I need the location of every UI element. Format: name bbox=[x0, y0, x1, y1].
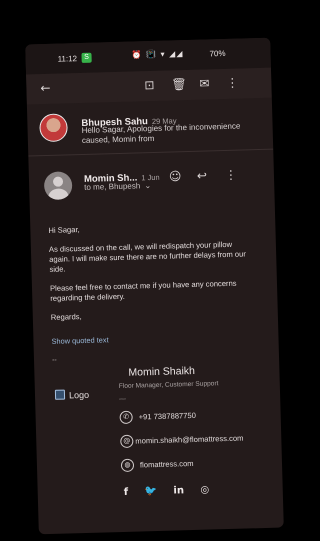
broken-image-icon bbox=[54, 389, 66, 400]
avatar-head bbox=[52, 176, 64, 187]
mail-icon[interactable]: ✉ bbox=[199, 76, 209, 90]
linkedin-icon[interactable]: in bbox=[173, 485, 184, 496]
website-url: flomattress.com bbox=[139, 459, 194, 470]
show-quoted-text-link[interactable]: Show quoted text bbox=[51, 335, 108, 346]
emoji-react-icon[interactable]: ☺ bbox=[169, 169, 182, 183]
trash-icon[interactable]: 🗑 bbox=[171, 77, 187, 91]
message-snippet: Hello Sagar, Apologies for the inconveni… bbox=[81, 121, 241, 145]
instagram-icon[interactable]: ◎ bbox=[200, 485, 209, 496]
phone-icon: ✆ bbox=[119, 410, 133, 425]
contact-email[interactable]: @ momin.shaikh@flomattress.com bbox=[120, 430, 244, 451]
email-address: momin.shaikh@flomattress.com bbox=[135, 433, 244, 446]
facebook-icon[interactable]: f bbox=[124, 487, 129, 498]
phone-number: +91 7387887750 bbox=[138, 411, 196, 422]
logo-alt-text: Logo bbox=[68, 389, 90, 401]
signature-divider: __ bbox=[119, 393, 126, 401]
email-icon: @ bbox=[120, 434, 134, 449]
body-paragraph: Hi Sagar, bbox=[48, 225, 80, 235]
collapsed-message[interactable]: Bhupesh Sahu 29 May Hello Sagar, Apologie… bbox=[26, 99, 274, 157]
arrow-left-icon[interactable]: ← bbox=[40, 81, 50, 95]
avatar[interactable] bbox=[43, 171, 73, 201]
status-time: 11:12 bbox=[57, 54, 78, 64]
avatar bbox=[39, 113, 68, 143]
avatar-body bbox=[48, 188, 69, 201]
body-paragraph: Please feel free to contact me if you ha… bbox=[49, 278, 237, 303]
toolbar: ← ⊡ 🗑 ✉ ⋮ bbox=[26, 67, 272, 105]
signature-separator: -- bbox=[51, 356, 57, 364]
social-links: f 🐦 in ◎ bbox=[123, 479, 221, 500]
more-vertical-icon[interactable]: ⋮ bbox=[226, 76, 238, 90]
recipients-toggle[interactable]: to me, Bhupesh ⌄ bbox=[84, 181, 151, 192]
phone-screen: 11:12 S ⏰ 📳 ▾ ◢◢ 70% ← ⊡ 🗑 ✉ ⋮ Bhupesh S… bbox=[25, 37, 284, 535]
status-icons: ⏰ 📳 ▾ ◢◢ bbox=[131, 49, 184, 60]
body-paragraph: As discussed on the call, we will redisp… bbox=[48, 239, 246, 274]
contact-phone[interactable]: ✆ +91 7387887750 bbox=[119, 407, 196, 427]
globe-icon: ◍ bbox=[120, 458, 135, 473]
more-vertical-icon[interactable]: ⋮ bbox=[225, 168, 237, 182]
signature-name: Momin Shaikh bbox=[128, 364, 196, 379]
contact-website[interactable]: ◍ flomattress.com bbox=[120, 455, 194, 475]
signature-role: Floor Manager, Customer Support bbox=[118, 380, 219, 391]
recipients-text: to me, Bhupesh bbox=[84, 181, 141, 192]
company-logo: Logo bbox=[54, 389, 90, 401]
app-notification-icon: S bbox=[81, 52, 92, 63]
message-body: Hi Sagar, As discussed on the call, we w… bbox=[48, 220, 251, 332]
screenshot-background: 11:12 S ⏰ 📳 ▾ ◢◢ 70% ← ⊡ 🗑 ✉ ⋮ Bhupesh S… bbox=[0, 0, 305, 541]
chevron-down-icon: ⌄ bbox=[144, 181, 152, 191]
archive-icon[interactable]: ⊡ bbox=[144, 78, 154, 92]
body-paragraph: Regards, bbox=[50, 312, 82, 322]
twitter-icon[interactable]: 🐦 bbox=[144, 486, 157, 497]
battery-level: 70% bbox=[209, 48, 226, 59]
reply-icon[interactable]: ↩ bbox=[197, 168, 207, 182]
